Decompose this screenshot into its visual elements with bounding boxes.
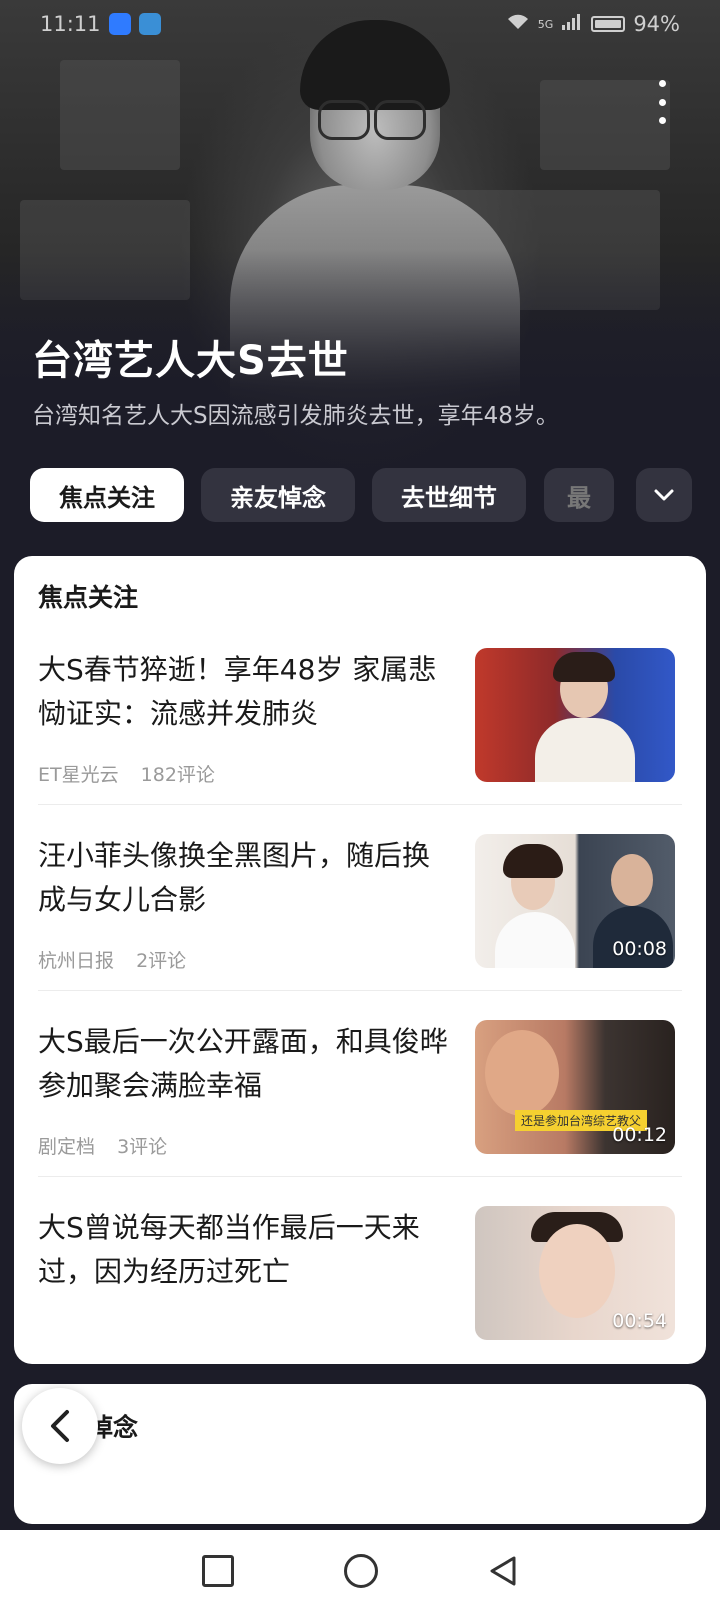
news-meta: 剧定档 3评论 [38,1132,183,1159]
tab-details[interactable]: 去世细节 [372,468,526,522]
network-type: 5G [537,17,554,31]
status-time: 11:11 [40,12,101,36]
expand-tabs-button[interactable] [636,468,692,522]
news-title[interactable]: 大S最后一次公开露面，和具俊晔参加聚会满脸幸福 [38,1020,448,1108]
news-video-thumbnail[interactable]: 还是参加台湾综艺教父 00:12 [475,1020,675,1154]
topic-tabs: 焦点关注 亲友悼念 去世细节 最 [30,468,720,522]
news-item[interactable]: 大S最后一次公开露面，和具俊晔参加聚会满脸幸福 剧定档 3评论 还是参加台湾综艺… [38,1020,682,1192]
news-video-thumbnail[interactable]: 00:08 [475,834,675,968]
back-triangle-icon[interactable] [488,1555,518,1587]
video-duration: 00:12 [612,1124,667,1146]
wifi-icon [506,12,530,36]
page-subtitle: 台湾知名艺人大S因流感引发肺炎去世，享年48岁。 [32,403,559,429]
system-nav-bar [0,1530,720,1612]
focus-section-card: 焦点关注 大S春节猝逝！享年48岁 家属悲恸证实：流感并发肺炎 ET星光云 18… [14,556,706,1364]
battery-icon [591,16,626,32]
news-item[interactable]: 汪小菲头像换全黑图片，随后换成与女儿合影 杭州日报 2评论 00:08 [38,834,682,1006]
news-comments: 182评论 [140,764,215,786]
video-duration: 00:08 [612,938,667,960]
news-title[interactable]: 汪小菲头像换全黑图片，随后换成与女儿合影 [38,834,448,922]
chevron-down-icon [654,489,674,501]
tab-latest[interactable]: 最 [544,468,614,522]
news-item[interactable]: 大S春节猝逝！享年48岁 家属悲恸证实：流感并发肺炎 ET星光云 182评论 [38,648,682,820]
more-options-icon[interactable] [652,80,672,124]
news-title[interactable]: 大S春节猝逝！享年48岁 家属悲恸证实：流感并发肺炎 [38,648,448,736]
news-thumbnail[interactable] [475,648,675,782]
mourning-section-card: 亲友悼念 [14,1384,706,1524]
news-item[interactable]: 大S曾说每天都当作最后一天来过，因为经历过死亡 00:54 [38,1206,682,1378]
news-meta [38,1318,70,1340]
news-source: 杭州日报 [38,950,115,972]
back-button[interactable] [22,1388,98,1464]
battery-level: 94% [633,12,680,36]
page-title: 台湾艺人大S去世 [32,338,349,384]
home-icon[interactable] [344,1554,378,1588]
news-video-thumbnail[interactable]: 00:54 [475,1206,675,1340]
news-app-icon [138,13,161,35]
news-source: ET星光云 [38,764,119,786]
news-comments: 2评论 [136,950,187,972]
glasses-right [374,100,426,140]
browser-app-icon [108,13,131,35]
news-meta: ET星光云 182评论 [38,760,231,787]
video-duration: 00:54 [612,1310,667,1332]
news-source: 剧定档 [38,1136,96,1158]
news-title[interactable]: 大S曾说每天都当作最后一天来过，因为经历过死亡 [38,1206,448,1294]
glasses-left [318,100,370,140]
signal-icon [561,12,583,36]
chevron-left-icon [51,1410,69,1442]
news-meta: 杭州日报 2评论 [38,946,202,973]
tab-mourning[interactable]: 亲友悼念 [201,468,355,522]
tab-focus[interactable]: 焦点关注 [30,468,184,522]
status-bar: 11:11 5G 94% [0,0,720,48]
news-comments: 3评论 [117,1136,168,1158]
section-title: 焦点关注 [38,583,139,612]
recent-apps-icon[interactable] [202,1555,234,1587]
